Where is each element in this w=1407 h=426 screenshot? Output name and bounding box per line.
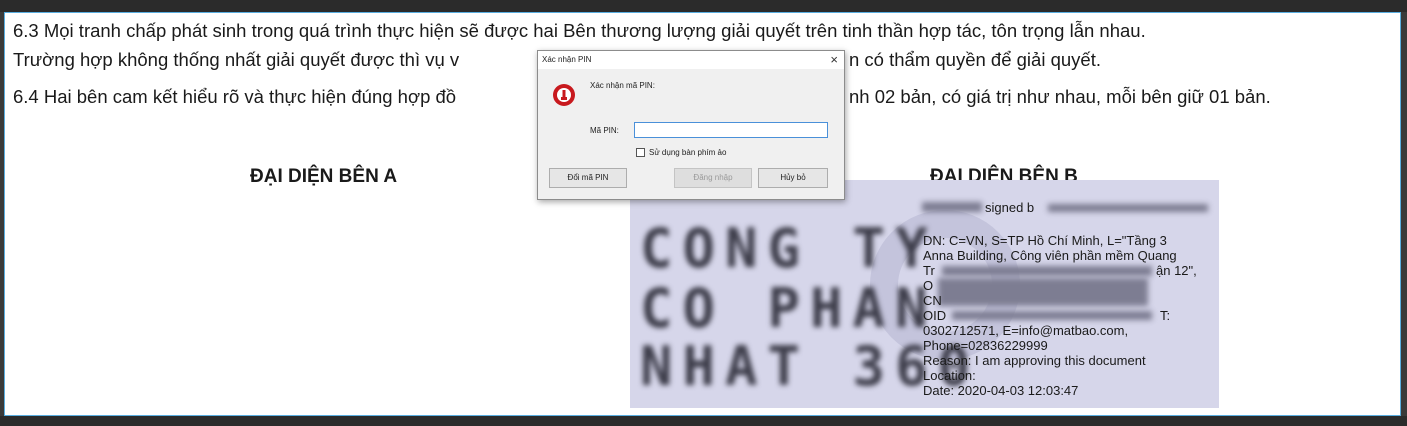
representative-a-heading: ĐẠI DIỆN BÊN A xyxy=(250,166,398,187)
blurred-company-name-line-3: NHAT 360 xyxy=(640,335,981,398)
dialog-titlebar[interactable]: Xác nhận PIN × xyxy=(538,51,844,69)
checkbox-box[interactable] xyxy=(636,148,645,157)
redaction-block xyxy=(942,266,1152,276)
clause-6-3-line-2-tail: n có thẩm quyền để giải quyết. xyxy=(849,49,1101,70)
change-pin-button[interactable]: Đổi mã PIN xyxy=(549,168,627,188)
pin-confirm-dialog: Xác nhận PIN × Xác nhận mã PIN: Mã PIN: … xyxy=(537,50,845,200)
blurred-company-name-line-1: CONG TY xyxy=(640,217,938,280)
clause-6-4-line-tail: nh 02 bản, có giá trị như nhau, mỗi bên … xyxy=(849,86,1271,107)
signature-dn-line: Anna Building, Công viên phần mềm Quang xyxy=(923,248,1177,263)
pin-input[interactable] xyxy=(634,122,828,138)
signature-dn-line: Tr xyxy=(923,263,935,278)
pin-field-label: Mã PIN: xyxy=(590,126,619,135)
top-bar xyxy=(0,0,1407,12)
signed-by-label: signed b xyxy=(985,200,1035,215)
signature-dn-line-tail: ận 12", xyxy=(1156,263,1197,278)
signature-location: Location: xyxy=(923,368,976,383)
signature-dn-line: 0302712571, E=info@matbao.com, xyxy=(923,323,1129,338)
pin-prompt-label: Xác nhận mã PIN: xyxy=(590,81,655,90)
token-lock-icon xyxy=(553,84,575,106)
clause-6-3-line-1: 6.3 Mọi tranh chấp phát sinh trong quá t… xyxy=(13,20,1146,41)
clause-6-3-line-2: Trường hợp không thống nhất giải quyết đ… xyxy=(13,49,460,70)
close-icon[interactable]: × xyxy=(830,52,838,67)
signature-dn-line: OID xyxy=(923,308,947,323)
cancel-button[interactable]: Hủy bỏ xyxy=(758,168,828,188)
bottom-bar xyxy=(0,416,1407,426)
signature-dn-line: Phone=02836229999 xyxy=(923,338,1048,353)
blurred-company-name-line-2: CO PHAN xyxy=(640,277,938,340)
signature-reason: Reason: I am approving this document xyxy=(923,353,1146,368)
virtual-keyboard-checkbox[interactable]: Sử dụng bàn phím ảo xyxy=(636,148,726,157)
dialog-title: Xác nhận PIN xyxy=(542,55,592,64)
signature-dn-line: CN xyxy=(923,293,942,308)
login-button[interactable]: Đăng nhập xyxy=(674,168,752,188)
signature-date: Date: 2020-04-03 12:03:47 xyxy=(923,383,1079,398)
redaction-block xyxy=(922,202,982,212)
digital-signature-block[interactable]: CONG TY CO PHAN NHAT 360 signed b DN: C=… xyxy=(630,180,1219,408)
signature-dn-line: O xyxy=(923,278,934,293)
clause-6-4-line: 6.4 Hai bên cam kết hiểu rõ và thực hiện… xyxy=(13,86,457,107)
signature-dn-line: DN: C=VN, S=TP Hồ Chí Minh, L="Tầng 3 xyxy=(923,233,1167,248)
virtual-keyboard-label: Sử dụng bàn phím ảo xyxy=(649,148,727,157)
redaction-block xyxy=(952,311,1152,320)
redaction-block xyxy=(1048,204,1208,212)
redaction-block xyxy=(938,278,1148,306)
signature-dn-line-tail: T: xyxy=(1160,308,1171,323)
